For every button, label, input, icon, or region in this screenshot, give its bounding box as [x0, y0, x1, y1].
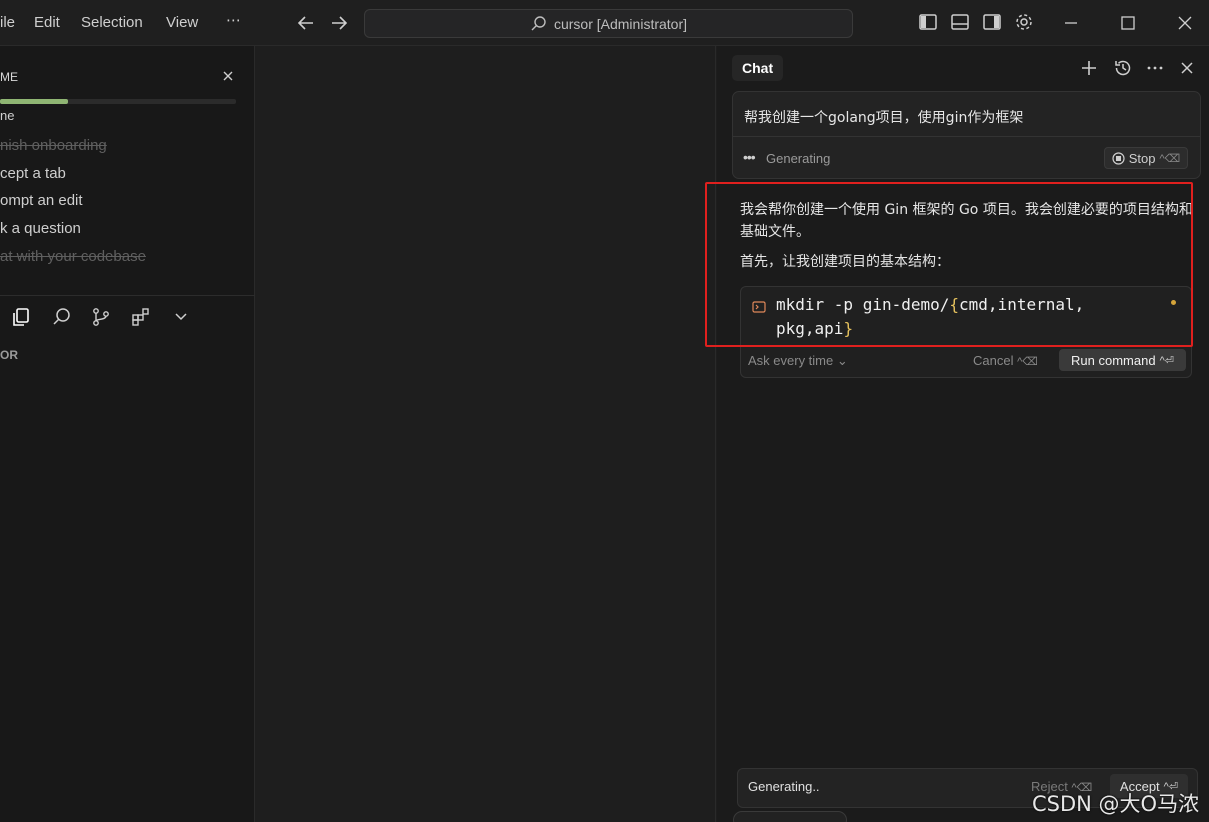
chat-panel: Chat 帮我创建一个golang项目，使用gin作为框架 ••• Genera… — [705, 46, 1209, 822]
run-command-button[interactable]: Run command ^⏎ — [1059, 349, 1186, 371]
onboarding-subtitle: ne — [0, 108, 15, 123]
title-bar: ile Edit Selection View ⋯ cursor [Admini… — [0, 0, 1209, 46]
toggle-primary-sidebar-icon[interactable] — [918, 12, 938, 32]
source-control-icon[interactable] — [90, 306, 112, 328]
generating-label: Generating — [766, 151, 831, 166]
new-chat-plus-icon[interactable] — [1079, 58, 1099, 78]
run-command-label: Run command — [1071, 352, 1156, 368]
settings-gear-icon[interactable] — [1014, 12, 1034, 32]
assistant-response-para1: 我会帮你创建一个使用 Gin 框架的 Go 项目。我会创建必要的项目结构和基础文… — [740, 202, 1193, 240]
terminal-icon — [752, 301, 766, 313]
onboarding-sidebar: ME ne nish onboarding cept a tab ompt an… — [0, 46, 255, 822]
ask-every-time-dropdown[interactable]: Ask every time ⌄ — [748, 353, 848, 369]
toggle-panel-icon[interactable] — [950, 12, 970, 32]
csdn-watermark: CSDN @大O马浓 — [1032, 792, 1200, 816]
terminal-command-block: mkdir -p gin-demo/{cmd,internal, pkg,api… — [740, 286, 1192, 378]
cancel-button[interactable]: Cancel ^⌫ — [973, 353, 1038, 368]
user-message-text: 帮我创建一个golang项目，使用gin作为框架 — [744, 110, 1024, 126]
chevron-down-icon: ⌄ — [836, 353, 848, 368]
close-icon[interactable] — [220, 68, 236, 84]
command-divider — [741, 345, 1191, 346]
editor-area[interactable] — [256, 46, 716, 822]
tab-chat[interactable]: Chat — [732, 55, 784, 81]
forward-arrow-icon[interactable] — [327, 11, 351, 35]
onboarding-item-finish-onboarding[interactable]: nish onboarding — [0, 137, 107, 154]
back-arrow-icon[interactable] — [294, 11, 318, 35]
chevron-down-icon[interactable] — [170, 306, 192, 328]
command-search-bar[interactable]: cursor [Administrator] — [364, 9, 853, 38]
onboarding-title: ME — [0, 70, 18, 84]
extensions-icon[interactable] — [130, 306, 152, 328]
message-divider — [733, 136, 1200, 137]
menu-edit[interactable]: Edit — [34, 14, 60, 31]
cancel-shortcut: ^⌫ — [1017, 356, 1038, 368]
menu-view[interactable]: View — [166, 14, 198, 31]
search-text: cursor [Administrator] — [553, 15, 688, 32]
onboarding-item-accept-tab[interactable]: cept a tab — [0, 165, 66, 182]
assistant-response-para2: 首先，让我创建项目的基本结构： — [740, 254, 950, 270]
brace-close: } — [843, 319, 854, 338]
minimize-icon[interactable] — [1058, 10, 1084, 36]
close-window-icon[interactable] — [1172, 10, 1198, 36]
bottom-generating-label: Generating.. — [748, 779, 820, 794]
stop-button[interactable]: Stop ^⌫ — [1104, 147, 1188, 169]
cancel-label: Cancel — [973, 353, 1014, 368]
context-pill[interactable] — [733, 811, 847, 822]
menu-selection[interactable]: Selection — [81, 14, 143, 31]
stop-shortcut: ^⌫ — [1159, 152, 1181, 165]
generating-dots-icon: ••• — [743, 149, 756, 165]
stop-label: Stop — [1128, 150, 1156, 166]
onboarding-item-chat-codebase[interactable]: at with your codebase — [0, 248, 146, 265]
explorer-files-icon[interactable] — [10, 306, 32, 328]
onboarding-progress-fill — [0, 99, 69, 104]
command-prefix: mkdir -p gin-demo/ — [776, 295, 950, 314]
maximize-icon[interactable] — [1115, 10, 1141, 36]
brace-open: { — [949, 295, 960, 314]
sidebar-divider — [0, 295, 255, 296]
onboarding-item-ask-question[interactable]: k a question — [0, 220, 81, 237]
more-options-icon[interactable] — [1145, 58, 1165, 78]
user-message-box[interactable]: 帮我创建一个golang项目，使用gin作为框架 ••• Generating … — [732, 91, 1201, 179]
menu-more[interactable]: ⋯ — [226, 11, 241, 29]
stop-circle-icon — [1112, 151, 1125, 165]
onboarding-item-prompt-edit[interactable]: ompt an edit — [0, 192, 83, 209]
run-command-shortcut: ^⏎ — [1159, 354, 1174, 367]
ask-every-time-label: Ask every time — [748, 353, 834, 368]
toggle-secondary-sidebar-icon[interactable] — [982, 12, 1002, 32]
search-icon — [531, 15, 546, 30]
command-text: mkdir -p gin-demo/{cmd,internal, pkg,api… — [776, 293, 1136, 341]
onboarding-progress — [0, 99, 236, 104]
menu-file[interactable]: ile — [0, 14, 15, 31]
history-icon[interactable] — [1113, 58, 1133, 78]
search-icon[interactable] — [51, 306, 73, 328]
status-dot — [1171, 300, 1176, 305]
close-panel-icon[interactable] — [1177, 58, 1197, 78]
explorer-section-label: OR — [0, 348, 18, 362]
